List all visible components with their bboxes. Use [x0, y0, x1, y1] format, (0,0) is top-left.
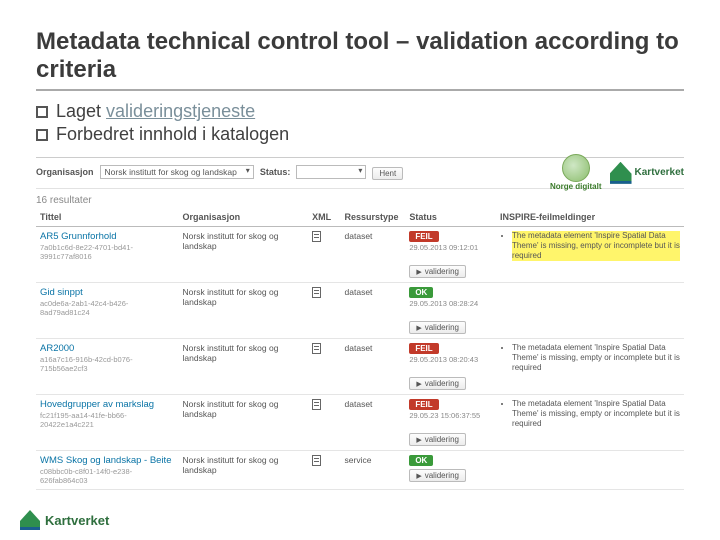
norge-digitalt-label: Norge digitalt — [550, 182, 602, 191]
kartverket-mark-icon — [610, 162, 632, 184]
row-title-link[interactable]: WMS Skog og landskap - Beite — [40, 455, 171, 466]
org-filter-label: Organisasjon — [36, 167, 94, 177]
xml-doc-icon[interactable] — [312, 287, 321, 298]
page-title: Metadata technical control tool – valida… — [36, 28, 684, 91]
status-badge: FEIL — [409, 231, 438, 242]
norge-digitalt-logo: Norge digitalt — [550, 154, 602, 191]
org-select[interactable]: Norsk institutt for skog og landskap — [100, 165, 254, 179]
validate-button[interactable]: ▶validering — [409, 265, 466, 278]
bullet-square-icon — [36, 129, 48, 141]
status-badge: OK — [409, 455, 433, 466]
globe-icon — [562, 154, 590, 182]
row-resource-type: dataset — [341, 339, 406, 395]
row-title-link[interactable]: AR2000 — [40, 343, 74, 354]
row-title-link[interactable]: Hovedgrupper av markslag — [40, 399, 154, 410]
kartverket-logo-small: Kartverket — [610, 162, 684, 184]
row-resource-type: dataset — [341, 395, 406, 451]
table-row: AR2000a16a7c16-916b-42cd-b076-715b56ae2c… — [36, 339, 684, 395]
play-icon: ▶ — [416, 380, 421, 388]
validation-service-link[interactable]: valideringstjeneste — [106, 101, 255, 121]
xml-doc-icon[interactable] — [312, 399, 321, 410]
kartverket-label: Kartverket — [635, 167, 684, 178]
row-messages: The metadata element 'Inspire Spatial Da… — [496, 339, 684, 395]
col-xml[interactable]: XML — [308, 208, 340, 227]
row-resource-type: dataset — [341, 283, 406, 339]
kartverket-mark-icon — [20, 510, 40, 530]
validate-button[interactable]: ▶validering — [409, 469, 466, 482]
row-messages: The metadata element 'Inspire Spatial Da… — [496, 395, 684, 451]
row-resource-type: service — [341, 451, 406, 490]
status-badge: FEIL — [409, 343, 438, 354]
status-filter-label: Status: — [260, 167, 291, 177]
row-resource-type: dataset — [341, 227, 406, 283]
bullet-2-text: Forbedret innhold i katalogen — [56, 124, 289, 145]
row-guid: a16a7c16-916b-42cd-b076-715b56ae2cf3 — [40, 355, 175, 373]
col-res[interactable]: Ressurstype — [341, 208, 406, 227]
status-select[interactable] — [296, 165, 366, 179]
brand-logos: Norge digitalt Kartverket — [550, 154, 684, 191]
row-org: Norsk institutt for skog og landskap — [179, 283, 309, 339]
inspire-error-message: The metadata element 'Inspire Spatial Da… — [512, 399, 680, 429]
filter-bar: Organisasjon Norsk institutt for skog og… — [36, 158, 684, 189]
row-guid: c08bbc0b-c8f01-14f0-e238-626fab864c03 — [40, 467, 175, 485]
col-org[interactable]: Organisasjon — [179, 208, 309, 227]
play-icon: ▶ — [416, 472, 421, 480]
table-row: WMS Skog og landskap - Beitec08bbc0b-c8f… — [36, 451, 684, 490]
play-icon: ▶ — [416, 268, 421, 276]
col-msg[interactable]: INSPIRE-feilmeldinger — [496, 208, 684, 227]
status-timestamp: 29.05.2013 08:20:43 — [409, 355, 492, 364]
inspire-error-message: The metadata element 'Inspire Spatial Da… — [512, 343, 680, 373]
col-status[interactable]: Status — [405, 208, 496, 227]
row-messages — [496, 283, 684, 339]
row-guid: fc21f195-aa14-41fe-bb66-20422e1a4c221 — [40, 411, 175, 429]
kartverket-footer-logo: Kartverket — [20, 510, 109, 530]
xml-doc-icon[interactable] — [312, 343, 321, 354]
results-table: Tittel Organisasjon XML Ressurstype Stat… — [36, 208, 684, 490]
bullet-2: Forbedret innhold i katalogen — [36, 124, 684, 145]
status-timestamp: 29.05.2013 08:28:24 — [409, 299, 492, 308]
bullet-1-prefix: Laget — [56, 101, 106, 121]
row-guid: ac0de6a-2ab1-42c4-b426-8ad79ad81c24 — [40, 299, 175, 317]
status-badge: OK — [409, 287, 433, 298]
inspire-error-message: The metadata element 'Inspire Spatial Da… — [512, 231, 680, 261]
xml-doc-icon[interactable] — [312, 455, 321, 466]
table-row: Gid sinpptac0de6a-2ab1-42c4-b426-8ad79ad… — [36, 283, 684, 339]
row-messages — [496, 451, 684, 490]
row-title-link[interactable]: Gid sinppt — [40, 287, 83, 298]
row-org: Norsk institutt for skog og landskap — [179, 339, 309, 395]
play-icon: ▶ — [416, 436, 421, 444]
bullet-1: Laget valideringstjeneste — [36, 101, 684, 122]
table-row: AR5 Grunnforhold7a0b1c6d-8e22-4701-bd41-… — [36, 227, 684, 283]
row-guid: 7a0b1c6d-8e22-4701-bd41-3991c77af8016 — [40, 243, 175, 261]
fetch-button[interactable]: Hent — [372, 167, 403, 180]
row-messages: The metadata element 'Inspire Spatial Da… — [496, 227, 684, 283]
row-org: Norsk institutt for skog og landskap — [179, 227, 309, 283]
validate-button[interactable]: ▶validering — [409, 377, 466, 390]
row-org: Norsk institutt for skog og landskap — [179, 451, 309, 490]
status-badge: FEIL — [409, 399, 438, 410]
validator-app: Organisasjon Norsk institutt for skog og… — [36, 157, 684, 490]
xml-doc-icon[interactable] — [312, 231, 321, 242]
play-icon: ▶ — [416, 324, 421, 332]
bullet-square-icon — [36, 106, 48, 118]
row-title-link[interactable]: AR5 Grunnforhold — [40, 231, 117, 242]
col-title[interactable]: Tittel — [36, 208, 179, 227]
validate-button[interactable]: ▶validering — [409, 321, 466, 334]
bullet-1-text: Laget valideringstjeneste — [56, 101, 255, 122]
status-timestamp: 29.05.23 15:06:37:55 — [409, 411, 492, 420]
validate-button[interactable]: ▶validering — [409, 433, 466, 446]
table-row: Hovedgrupper av markslagfc21f195-aa14-41… — [36, 395, 684, 451]
org-select-value: Norsk institutt for skog og landskap — [105, 167, 237, 177]
status-timestamp: 29.05.2013 09:12:01 — [409, 243, 492, 252]
row-org: Norsk institutt for skog og landskap — [179, 395, 309, 451]
results-count: 16 resultater — [36, 189, 684, 208]
bullet-list: Laget valideringstjeneste Forbedret innh… — [36, 101, 684, 145]
kartverket-footer-label: Kartverket — [45, 513, 109, 528]
